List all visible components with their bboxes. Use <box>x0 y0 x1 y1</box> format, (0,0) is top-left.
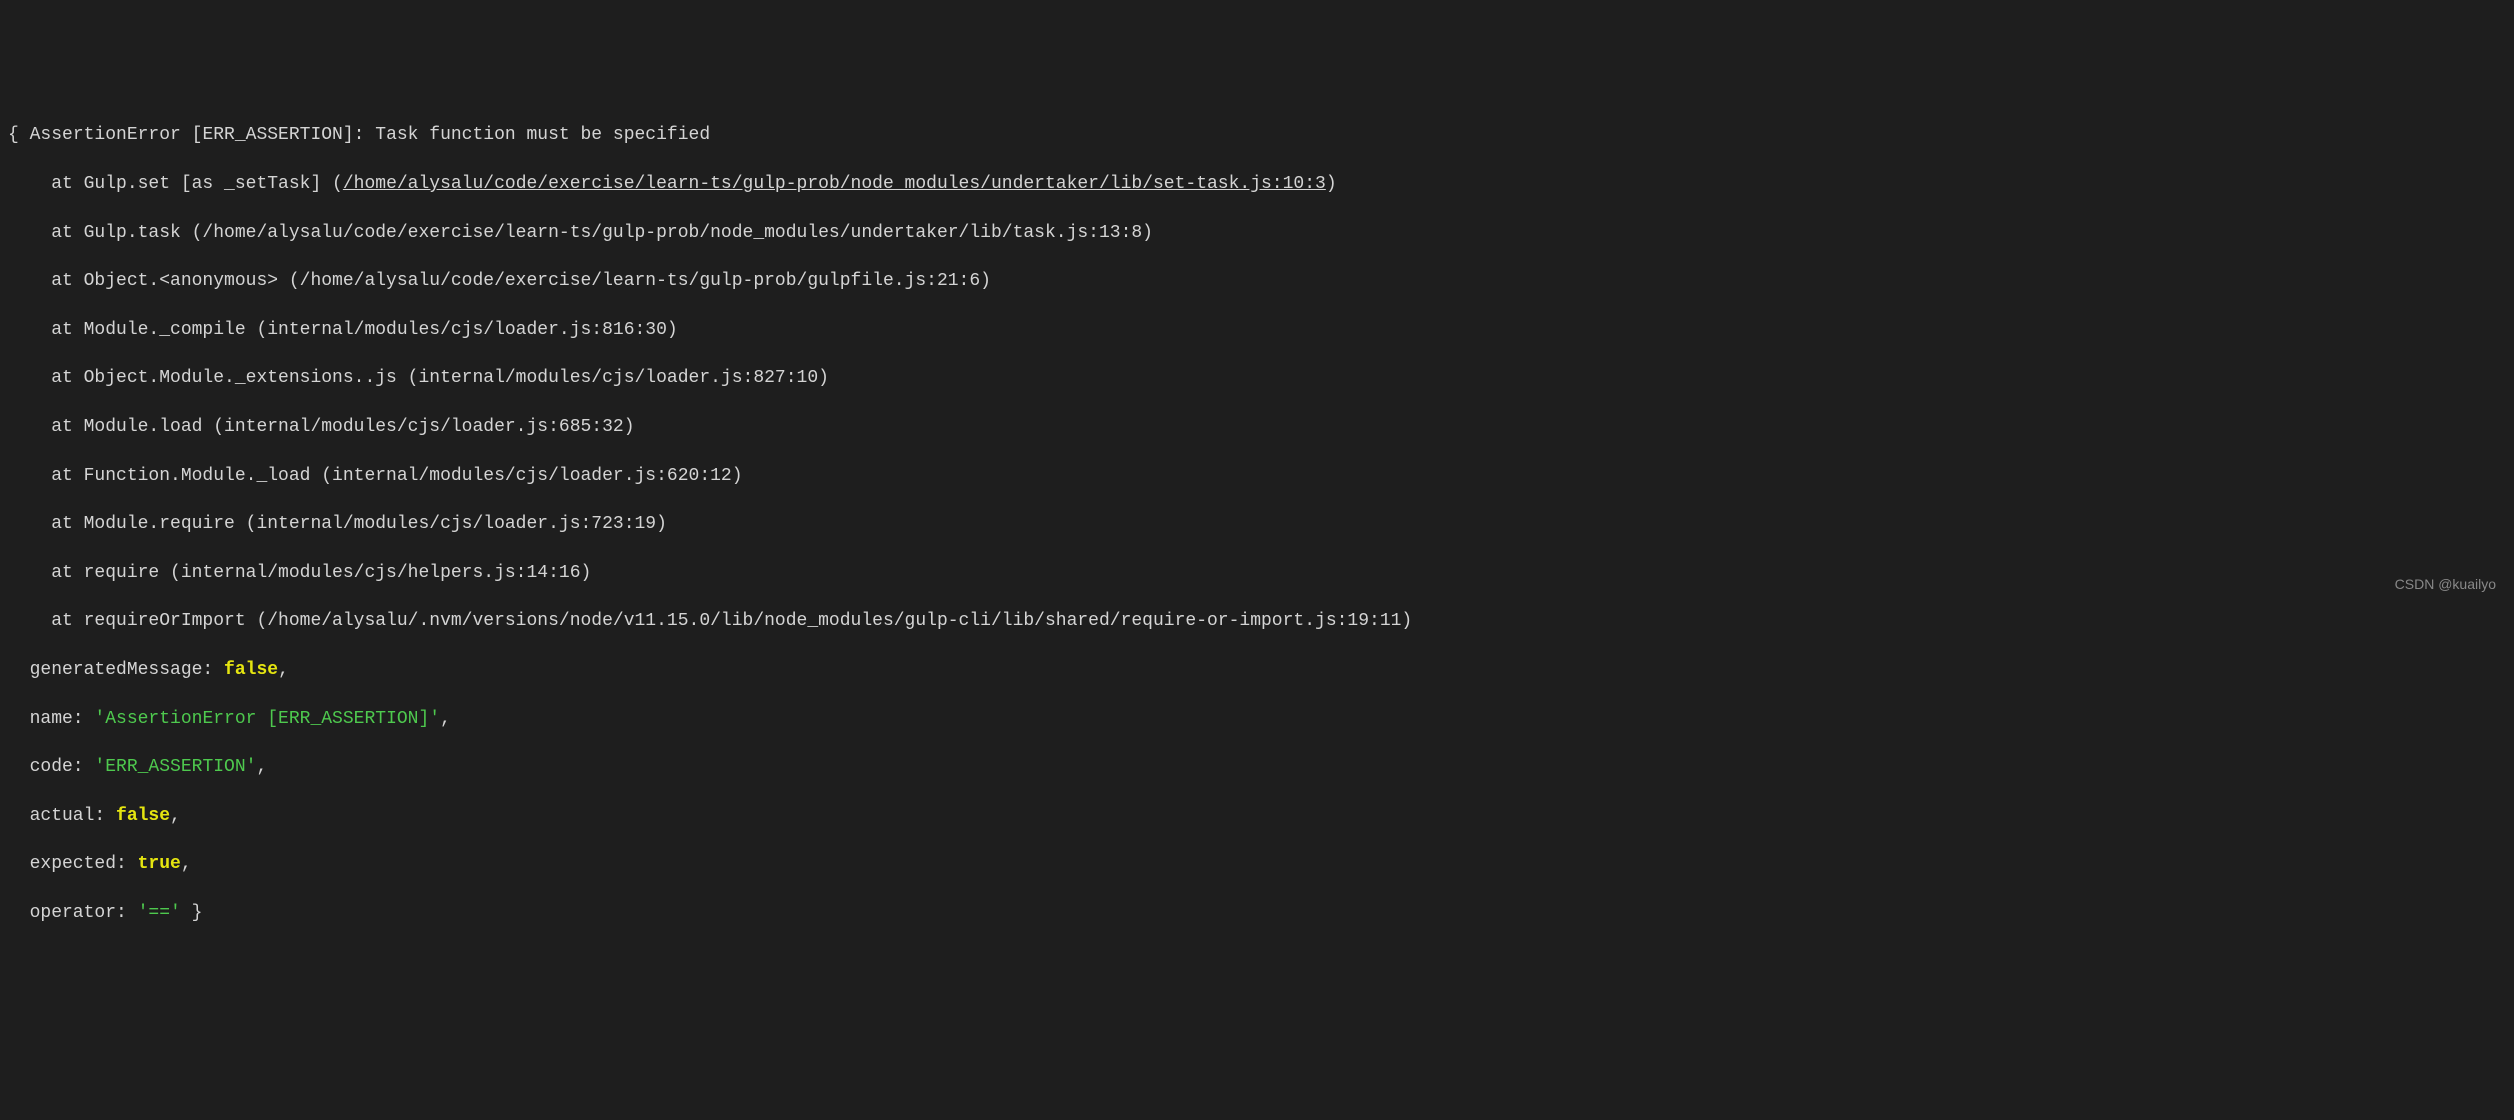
stack-at-text: at Object.Module._extensions..js (intern… <box>8 368 829 388</box>
comma: , <box>170 806 181 826</box>
stack-frame: at Object.Module._extensions..js (intern… <box>8 366 2506 390</box>
error-prop-expected: expected: true, <box>8 852 2506 876</box>
prop-value-string: 'ERR_ASSERTION' <box>94 757 256 777</box>
prop-key: expected: <box>8 854 138 874</box>
stack-at-text: at Module._compile (internal/modules/cjs… <box>8 320 678 340</box>
watermark: CSDN @kuailyo <box>2395 575 2496 594</box>
prop-key: code: <box>8 757 94 777</box>
error-prop-operator: operator: '==' } <box>8 901 2506 925</box>
prop-key: actual: <box>8 806 116 826</box>
stack-at-text: at requireOrImport (/home/alysalu/.nvm/v… <box>8 611 1412 631</box>
stack-path-link[interactable]: /home/alysalu/code/exercise/learn-ts/gul… <box>343 174 1326 194</box>
error-prop-actual: actual: false, <box>8 804 2506 828</box>
prop-value-string: 'AssertionError [ERR_ASSERTION]' <box>94 709 440 729</box>
stack-frame: at Module.require (internal/modules/cjs/… <box>8 512 2506 536</box>
prop-key: name: <box>8 709 94 729</box>
stack-frame: at Function.Module._load (internal/modul… <box>8 464 2506 488</box>
stack-at-text: at Object.<anonymous> (/home/alysalu/cod… <box>8 271 991 291</box>
error-message: AssertionError [ERR_ASSERTION]: Task fun… <box>30 125 711 145</box>
stack-at-text: at Module.require (internal/modules/cjs/… <box>8 514 667 534</box>
error-prop-name: name: 'AssertionError [ERR_ASSERTION]', <box>8 707 2506 731</box>
prop-key: generatedMessage: <box>8 660 224 680</box>
stack-frame: at Module._compile (internal/modules/cjs… <box>8 318 2506 342</box>
brace-open: { <box>8 125 30 145</box>
stack-frame: at require (internal/modules/cjs/helpers… <box>8 561 2506 585</box>
error-prop-generatedMessage: generatedMessage: false, <box>8 658 2506 682</box>
stack-at-text: at Module.load (internal/modules/cjs/loa… <box>8 417 635 437</box>
prop-value-bool: false <box>224 660 278 680</box>
prop-value-string: '==' <box>138 903 181 923</box>
stack-frame: at Gulp.task (/home/alysalu/code/exercis… <box>8 221 2506 245</box>
error-header: { AssertionError [ERR_ASSERTION]: Task f… <box>8 123 2506 147</box>
prop-value-bool: true <box>138 854 181 874</box>
stack-frame: at Object.<anonymous> (/home/alysalu/cod… <box>8 269 2506 293</box>
comma: , <box>440 709 451 729</box>
prop-value-bool: false <box>116 806 170 826</box>
stack-at-text: at Gulp.task (/home/alysalu/code/exercis… <box>8 223 1153 243</box>
terminal-output: { AssertionError [ERR_ASSERTION]: Task f… <box>8 99 2506 949</box>
comma: , <box>181 854 192 874</box>
stack-close: ) <box>1326 174 1337 194</box>
stack-at-text: at Function.Module._load (internal/modul… <box>8 466 743 486</box>
error-prop-code: code: 'ERR_ASSERTION', <box>8 755 2506 779</box>
stack-frame: at Module.load (internal/modules/cjs/loa… <box>8 415 2506 439</box>
brace-close: } <box>181 903 203 923</box>
prop-key: operator: <box>8 903 138 923</box>
stack-at-text: at Gulp.set [as _setTask] ( <box>8 174 343 194</box>
stack-frame: at Gulp.set [as _setTask] (/home/alysalu… <box>8 172 2506 196</box>
stack-at-text: at require (internal/modules/cjs/helpers… <box>8 563 591 583</box>
comma: , <box>278 660 289 680</box>
stack-frame: at requireOrImport (/home/alysalu/.nvm/v… <box>8 609 2506 633</box>
comma: , <box>256 757 267 777</box>
